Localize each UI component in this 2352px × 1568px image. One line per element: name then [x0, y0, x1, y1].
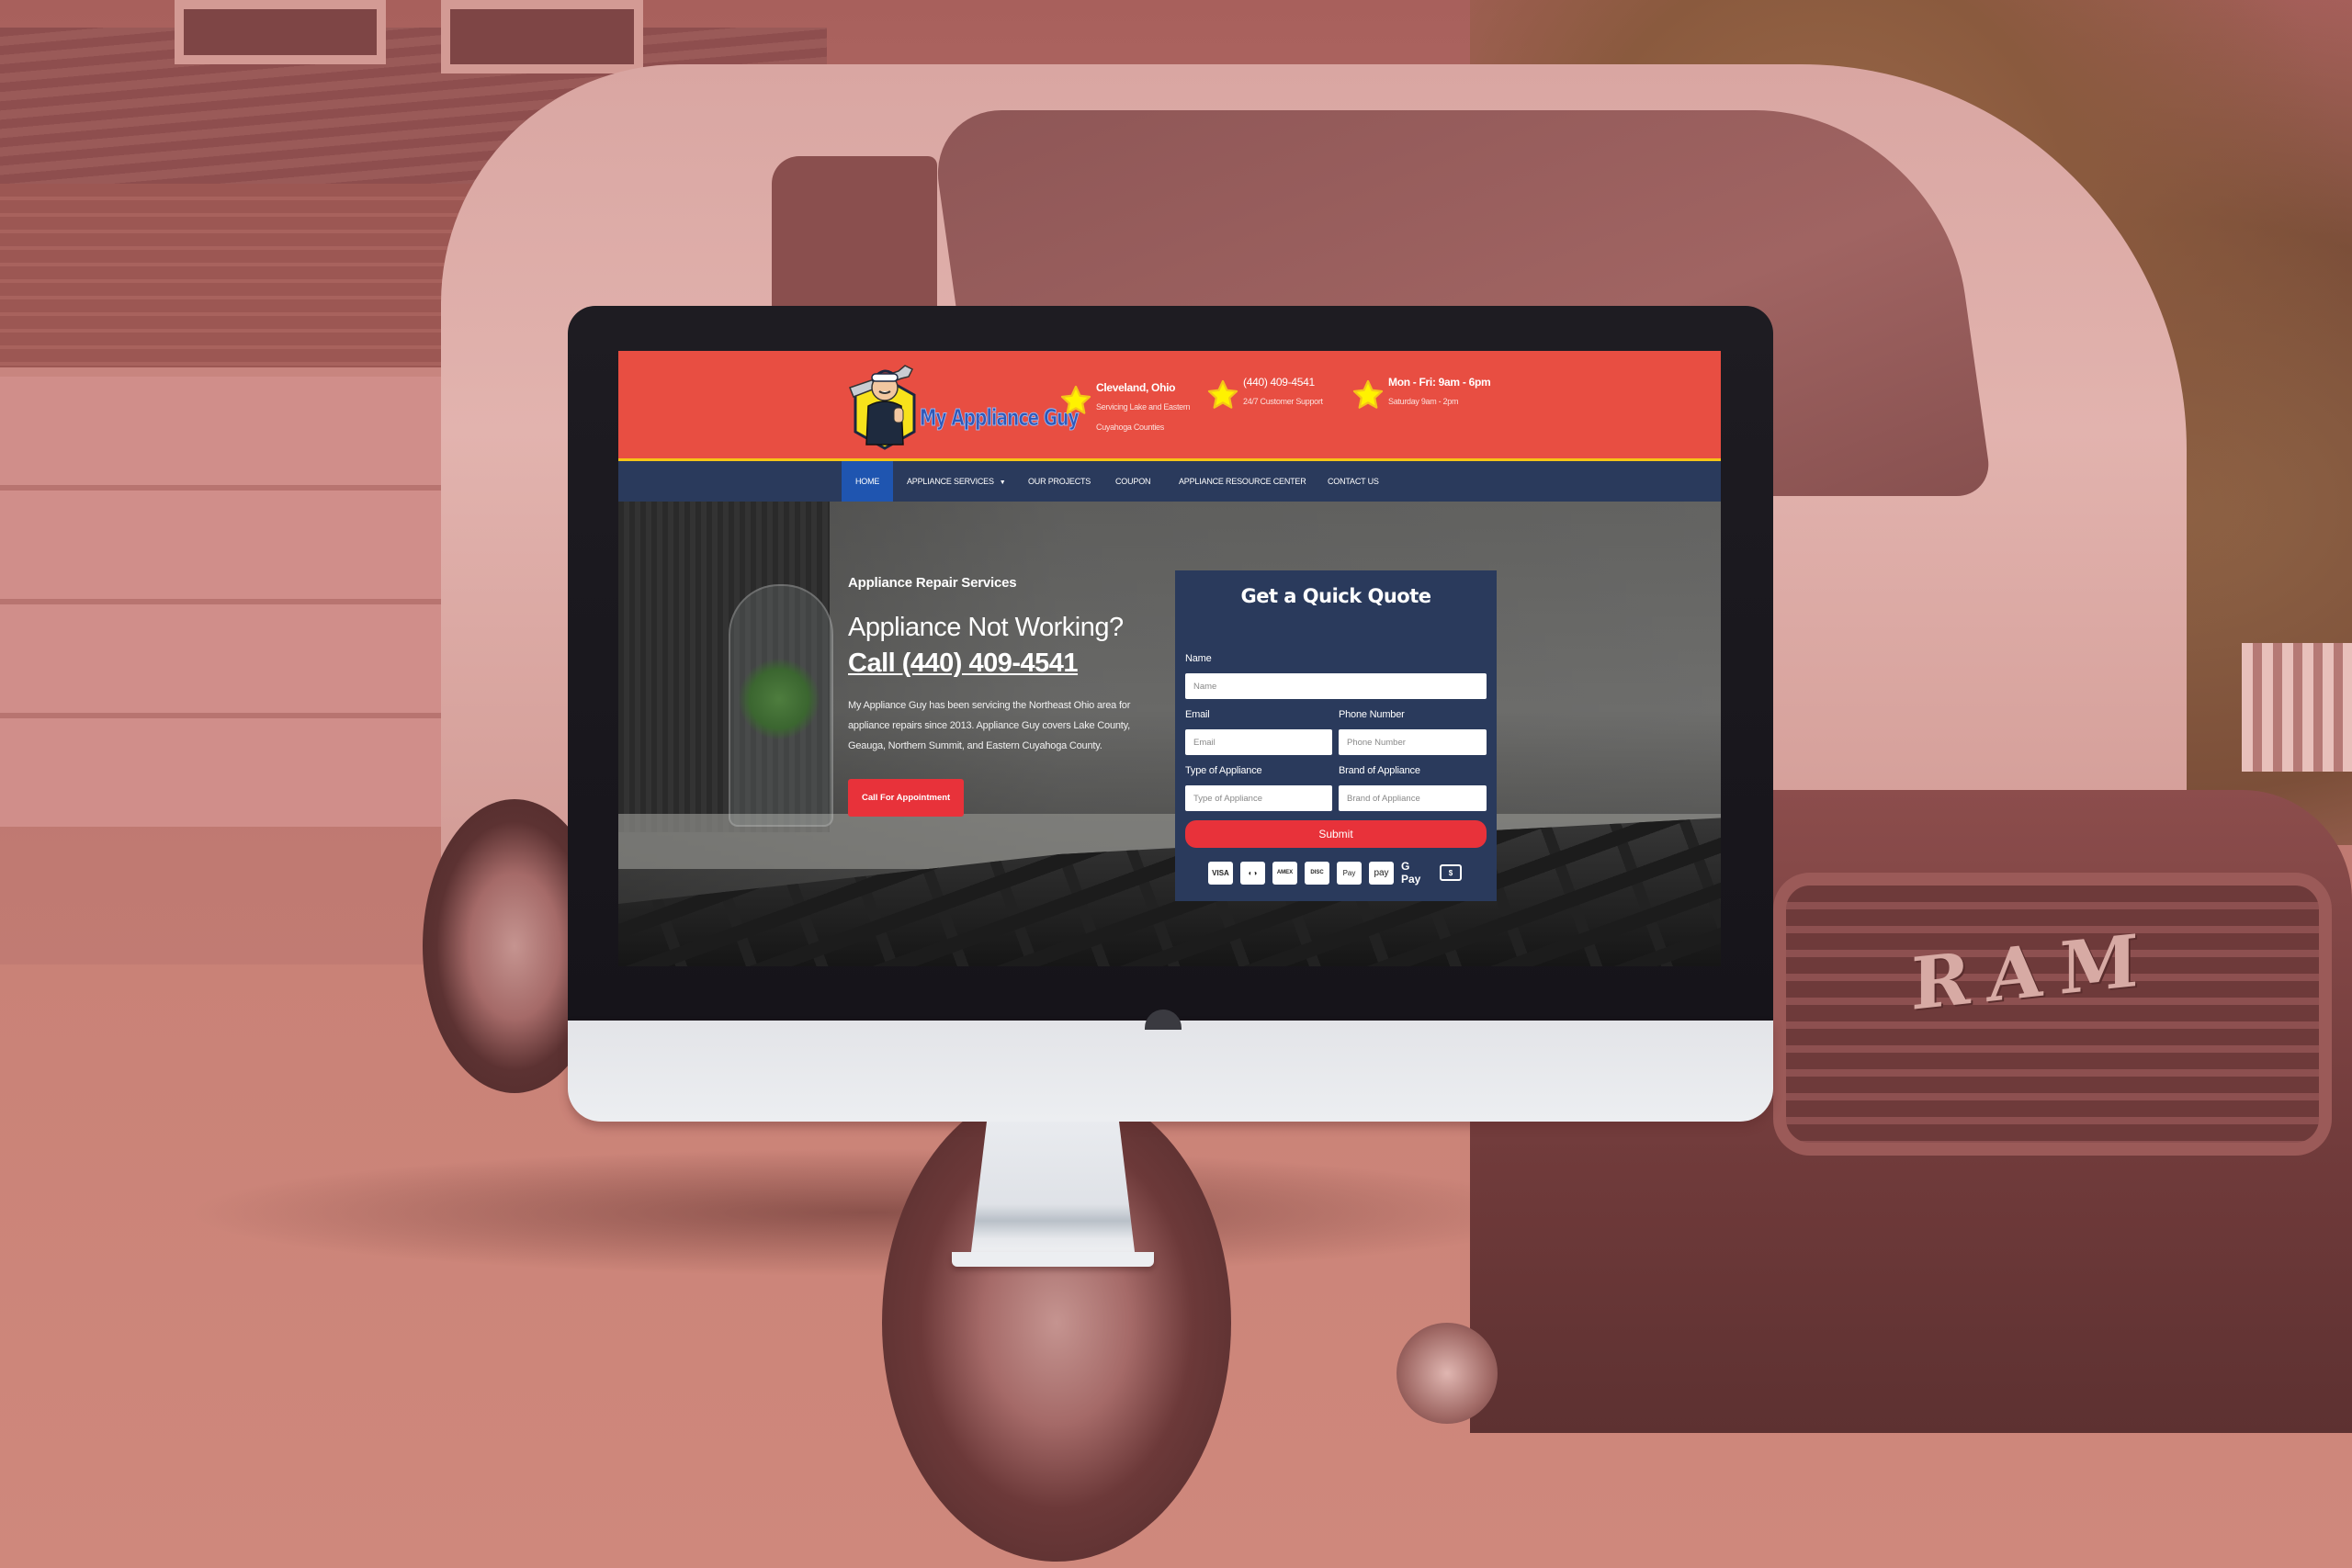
- van-grille: [1773, 873, 2332, 1156]
- appliance-brand-label: Brand of Appliance: [1339, 765, 1420, 776]
- cash-icon: $: [1440, 864, 1462, 881]
- location-line1: Servicing Lake and Eastern: [1096, 402, 1191, 412]
- american-express-icon: AMEX: [1272, 861, 1297, 885]
- nav-appliance-resource-center[interactable]: APPLIANCE RESOURCE CENTER: [1165, 461, 1320, 502]
- payment-methods: VISA ◐◑ AMEX DISC Pay pay G Pay $: [1208, 860, 1462, 886]
- main-nav: HOME APPLIANCE SERVICES ▼ OUR PROJECTS CO…: [618, 461, 1721, 502]
- star-icon: [1352, 379, 1384, 409]
- hero-section: Appliance Repair Services Appliance Not …: [618, 502, 1721, 966]
- website-screen: My Appliance Guy Cleveland, Ohio Servici…: [618, 351, 1721, 966]
- appliance-type-label: Type of Appliance: [1185, 765, 1262, 776]
- visa-icon: VISA: [1208, 861, 1233, 885]
- quick-quote-form: Get a Quick Quote Name Email Phone Numbe…: [1175, 570, 1497, 901]
- email-input[interactable]: [1185, 729, 1332, 755]
- hero-call-link[interactable]: Call (440) 409-4541: [848, 649, 1160, 679]
- weekday-hours: Mon - Fri: 9am - 6pm: [1388, 376, 1491, 389]
- hero-bg-plant: [738, 658, 820, 740]
- monitor-chin: [568, 1021, 1773, 1122]
- name-input[interactable]: [1185, 673, 1487, 699]
- site-header: My Appliance Guy Cleveland, Ohio Servici…: [618, 351, 1721, 461]
- house-window: [175, 0, 386, 64]
- mascot-logo-icon: [849, 365, 916, 450]
- submit-button[interactable]: Submit: [1185, 820, 1487, 848]
- garage-door: [0, 367, 441, 827]
- star-icon: [1207, 379, 1238, 409]
- nav-coupon[interactable]: COUPON: [1102, 461, 1164, 502]
- nav-home[interactable]: HOME: [842, 461, 894, 502]
- nav-our-projects[interactable]: OUR PROJECTS: [1014, 461, 1104, 502]
- brand-wordmark: My Appliance Guy: [920, 404, 1080, 432]
- amazon-pay-icon: pay: [1369, 861, 1394, 885]
- mastercard-icon: ◐◑: [1240, 861, 1265, 885]
- appliance-brand-input[interactable]: [1339, 785, 1487, 811]
- nav-coupon-label: COUPON: [1115, 477, 1151, 486]
- apple-pay-icon: Pay: [1337, 861, 1362, 885]
- white-fence: [2242, 643, 2352, 772]
- phone-label: Phone Number: [1339, 709, 1405, 720]
- discover-icon: DISC: [1305, 861, 1329, 885]
- chevron-down-icon: ▼: [999, 479, 1006, 486]
- appliance-type-input[interactable]: [1185, 785, 1332, 811]
- hero-headline: Appliance Not Working?: [848, 613, 1124, 642]
- nav-contact-us[interactable]: CONTACT US: [1314, 461, 1393, 502]
- nav-appliance-services-label: APPLIANCE SERVICES: [907, 477, 994, 486]
- star-icon: [1060, 385, 1091, 414]
- nav-appliance-services[interactable]: APPLIANCE SERVICES ▼: [893, 461, 1020, 502]
- nav-contact-us-label: CONTACT US: [1328, 477, 1379, 486]
- quote-form-title: Get a Quick Quote: [1240, 585, 1431, 607]
- location-line2: Cuyahoga Counties: [1096, 423, 1164, 432]
- phone-input[interactable]: [1339, 729, 1487, 755]
- google-pay-icon: G Pay: [1401, 860, 1421, 886]
- site-logo[interactable]: My Appliance Guy: [848, 360, 1080, 452]
- house-window: [441, 0, 643, 73]
- header-phone-number[interactable]: (440) 409-4541: [1243, 376, 1315, 389]
- email-label: Email: [1185, 709, 1210, 720]
- hero-text: Appliance Repair Services Appliance Not …: [848, 575, 1160, 817]
- nav-our-projects-label: OUR PROJECTS: [1028, 477, 1091, 486]
- saturday-hours: Saturday 9am - 2pm: [1388, 397, 1459, 406]
- location-title: Cleveland, Ohio: [1096, 381, 1176, 394]
- monitor-stand-base: [952, 1252, 1154, 1267]
- hero-description: My Appliance Guy has been servicing the …: [848, 700, 1131, 751]
- call-for-appointment-button[interactable]: Call For Appointment: [848, 779, 965, 817]
- support-text: 24/7 Customer Support: [1243, 397, 1323, 406]
- name-label: Name: [1185, 653, 1212, 664]
- nav-resource-center-label: APPLIANCE RESOURCE CENTER: [1179, 477, 1306, 486]
- monitor-stand: [970, 1122, 1136, 1259]
- van-foglight: [1396, 1323, 1498, 1424]
- hero-eyebrow: Appliance Repair Services: [848, 575, 1017, 591]
- nav-home-label: HOME: [855, 477, 880, 486]
